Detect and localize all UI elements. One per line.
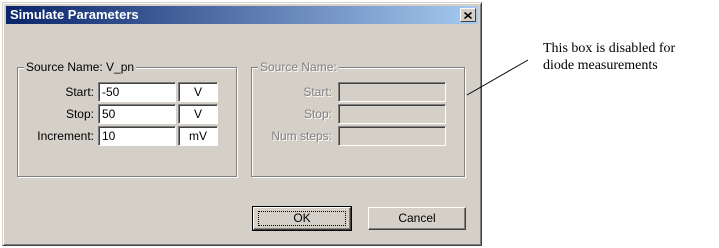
annotation-line-2: diode measurements bbox=[543, 58, 658, 73]
annotation-leader-line bbox=[466, 59, 529, 96]
annotation-line-1: This box is disabled for bbox=[543, 41, 676, 56]
annotation-text: This box is disabled for diode measureme… bbox=[543, 40, 675, 74]
